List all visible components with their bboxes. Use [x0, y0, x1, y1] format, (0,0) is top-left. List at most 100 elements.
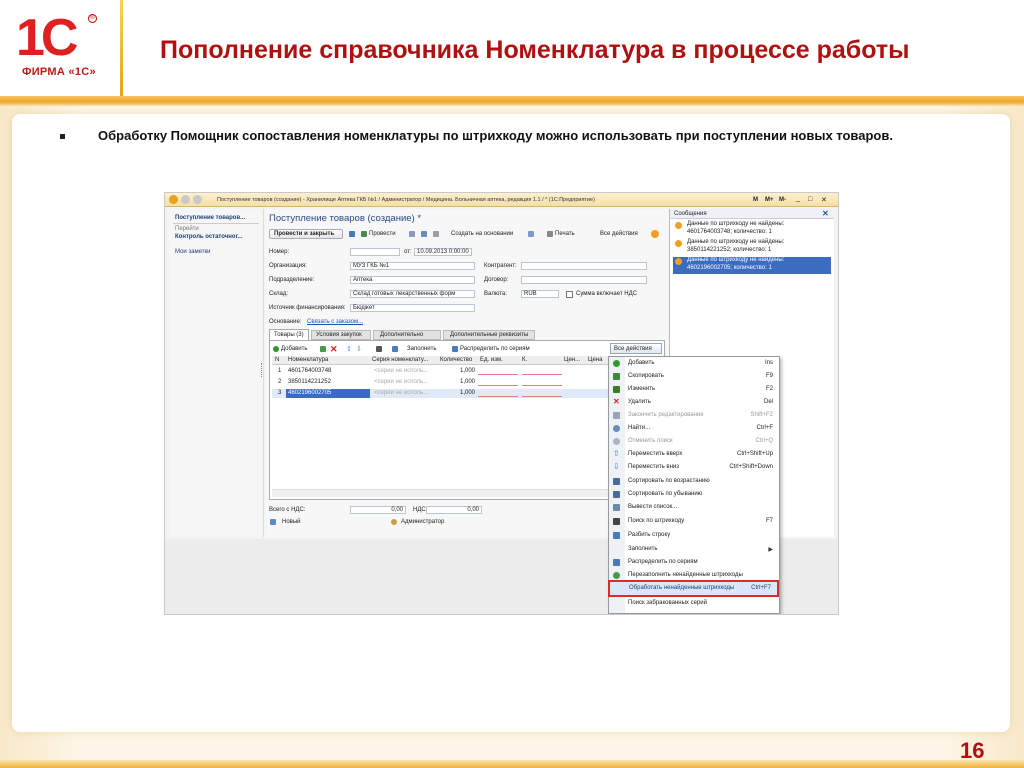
table-all-actions-button[interactable]: Все действия	[610, 343, 662, 354]
message-item-selected[interactable]: Данные по штрихкоду не найдены: 46021960…	[673, 257, 831, 274]
menu-item-refill-barcodes[interactable]: Перезаполнить ненайденные штрихкоды	[609, 569, 779, 582]
col-series[interactable]: Серия номенклату...	[372, 357, 428, 363]
move-up-icon: ⇧	[613, 449, 620, 458]
number-field[interactable]	[350, 248, 400, 256]
table-row-selected[interactable]: 3 4602196002705 <серии не исполь... 1,00…	[272, 389, 612, 398]
save-icon[interactable]	[349, 231, 355, 237]
table-row[interactable]: 2 3850114221252 <серии не исполь... 1,00…	[272, 378, 612, 387]
structure-icon[interactable]	[409, 231, 415, 237]
warehouse-field[interactable]: Склад готовых лекарственных форм	[350, 290, 475, 298]
print-button[interactable]: Печать	[555, 231, 575, 237]
forward-icon[interactable]	[193, 195, 202, 204]
output-list-icon	[613, 504, 620, 511]
total-vat-field[interactable]: 0,00	[350, 506, 406, 514]
post-icon	[361, 231, 367, 237]
menu-item-copy[interactable]: Скопировать F9	[609, 370, 779, 383]
horizontal-scrollbar[interactable]	[272, 489, 612, 497]
window-control-mminus[interactable]: M-	[779, 197, 786, 203]
menu-item-process-barcodes[interactable]: Обработать ненайденные штрихкоды Ctrl+F7	[608, 580, 779, 597]
nav-item-notes[interactable]: Мои заметки	[175, 249, 211, 255]
window-control-m[interactable]: M	[753, 197, 758, 203]
menu-item-output-list[interactable]: Вывести список...	[609, 501, 779, 514]
menu-item-find[interactable]: Найти... Ctrl+F	[609, 422, 779, 435]
tab-additional[interactable]: Дополнительно	[373, 330, 441, 340]
basis-link[interactable]: Связать с заказом...	[307, 319, 363, 325]
minimize-button[interactable]: _	[796, 195, 800, 202]
add-row-button[interactable]: Добавить	[281, 346, 308, 352]
table-row[interactable]: 1 4601764003748 <серии не исполь... 1,00…	[272, 367, 612, 376]
barcode-icon[interactable]	[376, 346, 382, 352]
fill-button[interactable]: Заполнить	[407, 346, 436, 352]
back-icon[interactable]	[181, 195, 190, 204]
menu-item-edit[interactable]: Изменить F2	[609, 383, 779, 396]
copy-icon	[613, 373, 620, 380]
report-icon[interactable]	[528, 231, 534, 237]
menu-item-split-row[interactable]: Разбить строку	[609, 529, 779, 542]
org-label: Организация:	[269, 263, 307, 269]
col-unit[interactable]: Ед. изм.	[480, 357, 503, 363]
message-item[interactable]: Данные по штрихкоду не найдены: 38501142…	[673, 239, 831, 256]
col-k[interactable]: К.	[522, 357, 527, 363]
menu-item-delete[interactable]: ✕ Удалить Del	[609, 396, 779, 409]
delete-icon[interactable]: ✕	[330, 344, 338, 355]
menu-item-end-edit[interactable]: Закончить редактирование Shift+F2	[609, 409, 779, 422]
create-based-button[interactable]: Создать на основании	[451, 231, 513, 237]
menu-item-move-up[interactable]: ⇧ Переместить вверх Ctrl+Shift+Up	[609, 448, 779, 461]
fin-source-field[interactable]: Бюджет	[350, 304, 475, 312]
split-row-icon	[613, 532, 620, 539]
user-icon	[391, 519, 397, 525]
distribute-button[interactable]: Распределить по сериям	[460, 346, 530, 352]
vat-checkbox[interactable]	[566, 291, 573, 298]
menu-item-cancel-search[interactable]: Отменить поиск Ctrl+Q	[609, 435, 779, 448]
col-nomenclature[interactable]: Номенклатура	[288, 357, 328, 363]
footer-band	[0, 760, 1024, 768]
post-close-button[interactable]: Провести и закрыть	[269, 229, 343, 239]
post-button[interactable]: Провести	[369, 231, 396, 237]
department-field[interactable]: Аптека	[350, 276, 475, 284]
logo-firm-name: ФИРМА «1С»	[22, 66, 96, 78]
menu-item-rejected-series[interactable]: Поиск забракованных серий	[609, 597, 779, 610]
vat-field[interactable]: 0,00	[426, 506, 482, 514]
menu-item-distribute[interactable]: Распределить по сериям	[609, 556, 779, 569]
menu-item-barcode-search[interactable]: Поиск по штрихкоду F7	[609, 515, 779, 528]
journal-icon[interactable]	[421, 231, 427, 237]
help-icon[interactable]	[651, 230, 659, 238]
basis-label: Основание:	[269, 319, 302, 325]
close-messages-icon[interactable]: ✕	[822, 209, 829, 218]
menu-item-add[interactable]: Добавить Ins	[609, 357, 779, 370]
menu-item-move-down[interactable]: ⇩ Переместить вниз Ctrl+Shift+Down	[609, 461, 779, 474]
tab-goods[interactable]: Товары (3)	[269, 329, 309, 340]
window-control-mplus[interactable]: M+	[765, 197, 774, 203]
all-actions-button[interactable]: Все действия	[600, 231, 638, 237]
document-status: Новый	[282, 519, 301, 525]
organization-field[interactable]: МУЗ ГКБ №1	[350, 262, 475, 270]
list-icon[interactable]	[433, 231, 439, 237]
copy-icon[interactable]	[320, 346, 326, 352]
tab-conditions[interactable]: Условия закупок	[311, 330, 371, 340]
nav-item-control[interactable]: Контроль остаточног...	[175, 234, 242, 240]
menu-item-fill[interactable]: Заполнить ▶	[609, 543, 779, 556]
nav-item-active[interactable]: Поступление товаров...	[175, 215, 245, 221]
contract-field[interactable]	[521, 276, 647, 284]
maximize-button[interactable]: □	[808, 196, 812, 203]
nav-divider	[173, 223, 259, 224]
menu-item-sort-desc[interactable]: Сортировать по убыванию	[609, 488, 779, 501]
col-price-short[interactable]: Цен...	[564, 357, 580, 363]
col-price[interactable]: Цена	[588, 357, 602, 363]
split-icon[interactable]	[392, 346, 398, 352]
tab-extra-attributes[interactable]: Дополнительные реквизиты	[443, 330, 535, 340]
col-n[interactable]: N	[275, 357, 279, 363]
number-label: Номер:	[269, 249, 290, 255]
col-quantity[interactable]: Количество	[440, 357, 472, 363]
table-header: N Номенклатура Серия номенклату... Колич…	[272, 356, 612, 365]
date-field[interactable]: 10.09.2013 0:00:00	[414, 248, 472, 256]
move-up-icon[interactable]: ⇧	[346, 345, 352, 353]
contractor-field[interactable]	[521, 262, 647, 270]
move-down-icon[interactable]: ⇩	[356, 345, 362, 353]
message-item[interactable]: Данные по штрихкоду не найдены: 46017640…	[673, 221, 831, 238]
currency-field[interactable]: RUB	[521, 290, 559, 298]
splitter-handle[interactable]	[261, 363, 263, 377]
menu-item-sort-asc[interactable]: Сортировать по возрастанию	[609, 475, 779, 488]
close-window-button[interactable]: ✕	[821, 196, 827, 204]
move-down-icon: ⇩	[613, 462, 620, 471]
